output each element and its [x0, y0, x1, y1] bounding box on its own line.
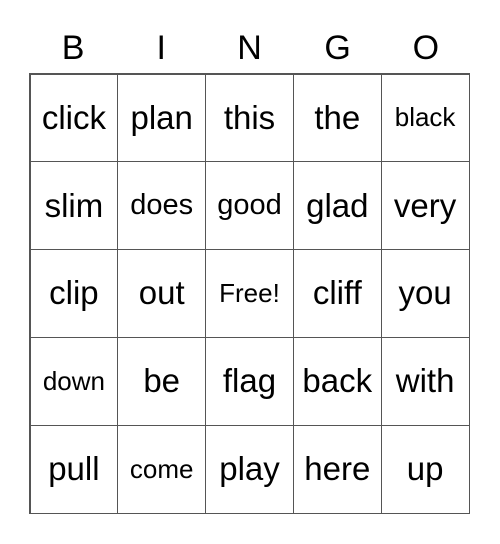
header-letter-o: O	[412, 29, 440, 67]
bingo-cell: black	[380, 73, 470, 163]
bingo-cell: back	[292, 336, 382, 426]
bingo-cell: be	[117, 336, 207, 426]
bingo-cell: pull	[29, 424, 119, 514]
bingo-cell: up	[380, 424, 470, 514]
bingo-cell: the	[292, 73, 382, 163]
bingo-cell: cliff	[292, 249, 382, 338]
bingo-grid: click plan this the black slim does good glad ver…	[29, 73, 470, 514]
bingo-cell: with	[380, 336, 470, 426]
bingo-cell: does	[117, 161, 207, 251]
bingo-cell: down	[29, 336, 119, 426]
bingo-cell: this	[205, 73, 294, 163]
bingo-cell: clip	[29, 249, 119, 338]
header-letter-n: N	[237, 29, 262, 67]
bingo-cell: play	[205, 424, 294, 514]
bingo-cell: come	[117, 424, 207, 514]
bingo-header: B I N G O	[29, 26, 470, 70]
header-letter-g: G	[324, 29, 351, 67]
bingo-cell: click	[29, 73, 119, 163]
bingo-cell: here	[292, 424, 382, 514]
bingo-cell: slim	[29, 161, 119, 251]
bingo-cell: very	[380, 161, 470, 251]
bingo-cell: Free!	[205, 249, 294, 338]
bingo-cell: good	[205, 161, 294, 251]
bingo-cell: plan	[117, 73, 207, 163]
header-letter-b: B	[61, 29, 85, 67]
bingo-cell: flag	[205, 336, 294, 426]
bingo-cell: you	[380, 249, 470, 338]
bingo-cell: glad	[292, 161, 382, 251]
header-letter-i: I	[156, 29, 166, 67]
bingo-cell: out	[117, 249, 207, 338]
